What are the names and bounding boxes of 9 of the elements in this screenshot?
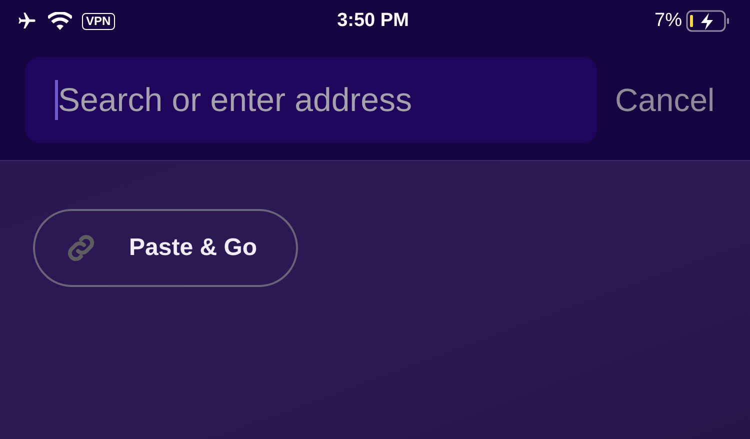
battery-percent: 7% [654, 10, 682, 32]
airplane-icon [16, 11, 38, 31]
wifi-icon [48, 12, 72, 30]
address-field[interactable]: Search or enter address [25, 57, 597, 143]
battery-charging-icon [686, 10, 730, 32]
paste-and-go-button[interactable]: Paste & Go [33, 209, 298, 287]
vpn-badge: VPN [82, 12, 115, 30]
cancel-button[interactable]: Cancel [615, 82, 715, 118]
clock-time: 3:50 PM [337, 10, 409, 32]
